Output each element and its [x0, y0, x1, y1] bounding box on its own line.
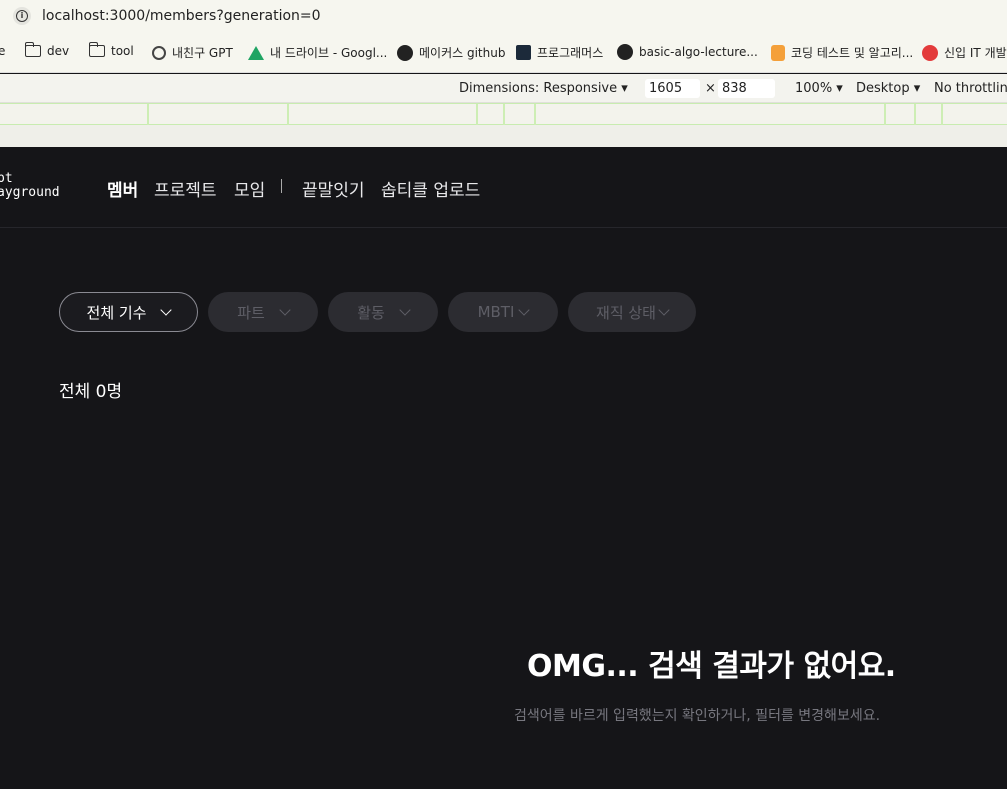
bookmark-makers-github[interactable]: 메이커스 github — [397, 44, 505, 61]
bookmark-partial[interactable]: e — [0, 44, 5, 58]
dimensions-dropdown[interactable]: Dimensions: Responsive ▾ — [459, 81, 628, 96]
devtools-device-toolbar: Dimensions: Responsive ▾ 1605 × 838 100%… — [0, 74, 1007, 103]
bookmark-dev[interactable]: dev — [24, 42, 69, 58]
chevron-down-icon — [279, 304, 291, 316]
header-divider — [0, 227, 1007, 228]
bookmark-basic-algo[interactable]: basic-algo-lecture... — [617, 44, 758, 60]
nav-groups[interactable]: 모임 — [234, 176, 265, 201]
folder-icon — [88, 42, 105, 57]
chevron-down-icon — [160, 304, 173, 316]
bookmark-tool[interactable]: tool — [88, 42, 134, 58]
activity-filter[interactable]: 활동 — [328, 292, 438, 332]
nav-separator — [281, 179, 282, 193]
media-query-ruler[interactable] — [0, 103, 1007, 126]
width-input[interactable]: 1605 — [645, 79, 700, 98]
bookmark-coding-test[interactable]: 코딩 테스트 및 알고리... — [771, 44, 913, 61]
generation-filter[interactable]: 전체 기수 — [59, 292, 198, 332]
red-circle-icon — [922, 44, 938, 61]
coding-icon — [771, 44, 785, 61]
chevron-down-icon — [399, 304, 411, 316]
nav-members[interactable]: 멤버 — [107, 176, 138, 201]
throttling-dropdown[interactable]: No throttling — [934, 81, 1007, 96]
zoom-dropdown[interactable]: 100% ▾ — [795, 81, 843, 96]
part-filter[interactable]: 파트 — [208, 292, 318, 332]
employment-filter[interactable]: 재직 상태 — [568, 292, 696, 332]
dimension-times: × — [705, 81, 716, 96]
empty-state-title: OMG... 검색 결과가 없어요. — [527, 649, 896, 684]
chevron-down-icon — [518, 304, 531, 316]
github-icon — [397, 44, 413, 61]
site-info-icon[interactable]: i — [13, 7, 31, 25]
logo[interactable]: pt ayground — [0, 172, 60, 200]
bookmark-gpt[interactable]: 내친구 GPT — [152, 44, 233, 61]
nav-projects[interactable]: 프로젝트 — [154, 176, 217, 201]
openai-icon — [152, 45, 166, 60]
google-drive-icon — [248, 45, 264, 60]
github-icon — [617, 44, 633, 60]
nav-soptickle-upload[interactable]: 솝티클 업로드 — [381, 176, 480, 201]
chevron-down-icon — [658, 304, 670, 316]
member-count: 전체 0명 — [59, 382, 123, 402]
nav-word-chain[interactable]: 끝말잇기 — [302, 176, 365, 201]
url-text[interactable]: localhost:3000/members?generation=0 — [42, 8, 321, 24]
empty-state-subtitle: 검색어를 바르게 입력했는지 확인하거나, 필터를 변경해보세요. — [514, 708, 881, 724]
height-input[interactable]: 838 — [718, 79, 775, 98]
app-viewport: pt ayground 멤버 프로젝트 모임 끝말잇기 솝티클 업로드 전체 기… — [0, 147, 1007, 789]
mbti-filter[interactable]: MBTI — [448, 292, 558, 332]
device-dropdown[interactable]: Desktop ▾ — [856, 81, 920, 96]
device-ruler — [0, 125, 1007, 147]
browser-url-bar[interactable]: i localhost:3000/members?generation=0 — [0, 0, 1007, 33]
bookmark-it-dev[interactable]: 신입 IT 개발자 — [922, 44, 1007, 61]
folder-icon — [24, 42, 41, 57]
bookmark-programmers[interactable]: 프로그래머스 — [516, 44, 603, 61]
bookmark-google-drive[interactable]: 내 드라이브 - Googl... — [248, 44, 387, 61]
bookmarks-bar: e dev tool 내친구 GPT 내 드라이브 - Googl... 메이커… — [0, 33, 1007, 73]
programmers-icon — [516, 45, 531, 60]
